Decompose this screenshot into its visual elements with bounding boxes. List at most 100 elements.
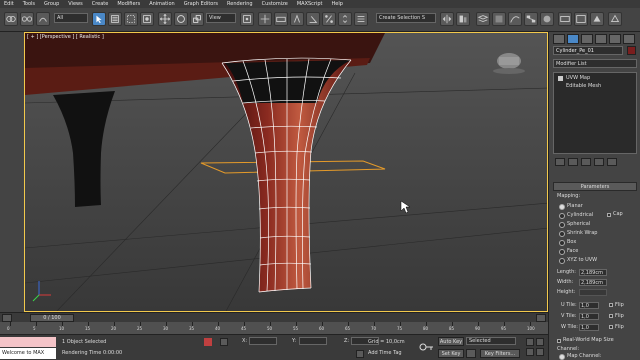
- x-coord-field[interactable]: [249, 337, 277, 345]
- mapping-spherical-radio[interactable]: Spherical: [559, 221, 590, 228]
- menu-item-help[interactable]: Help: [332, 1, 343, 7]
- curve-editor-icon[interactable]: [508, 12, 522, 26]
- object-color-swatch[interactable]: [627, 46, 636, 55]
- remove-modifier-icon[interactable]: [594, 158, 604, 166]
- angle-snap-icon[interactable]: [306, 12, 320, 26]
- spinner-snap-icon[interactable]: [338, 12, 352, 26]
- key-filter-icon[interactable]: [466, 349, 476, 358]
- menu-item-edit[interactable]: Edit: [4, 1, 14, 7]
- rotate-icon[interactable]: [174, 12, 188, 26]
- stack-item-uvw-map[interactable]: UVW Map: [556, 75, 636, 82]
- menu-item-maxscript[interactable]: MAXScript: [297, 1, 323, 7]
- scale-icon[interactable]: [190, 12, 204, 26]
- key-mode-dropdown[interactable]: Selected: [466, 337, 516, 345]
- reference-coordinate-dropdown[interactable]: View: [206, 13, 236, 23]
- display-tab-icon[interactable]: [609, 34, 621, 44]
- unlink-icon[interactable]: [20, 12, 34, 26]
- mirror-icon[interactable]: [440, 12, 454, 26]
- time-slider[interactable]: 0 / 100: [30, 314, 74, 322]
- auto-key-button[interactable]: Auto Key: [438, 337, 464, 346]
- select-manipulate-icon[interactable]: [258, 12, 272, 26]
- pin-stack-icon[interactable]: [555, 158, 565, 166]
- menu-item-animation[interactable]: Animation: [149, 1, 175, 7]
- prev-frame-icon[interactable]: [2, 314, 12, 322]
- layer-manager-icon[interactable]: [476, 12, 490, 26]
- align-icon[interactable]: [456, 12, 470, 26]
- length-field[interactable]: 2,189cm: [579, 269, 607, 276]
- perspective-viewport[interactable]: [ + ] [Perspective ] [ Realistic ]: [24, 32, 548, 312]
- create-tab-icon[interactable]: [553, 34, 565, 44]
- vtile-flip-checkbox[interactable]: [609, 314, 613, 318]
- menu-item-tools[interactable]: Tools: [23, 1, 35, 7]
- window-crossing-icon[interactable]: [140, 12, 154, 26]
- next-key-icon[interactable]: [536, 338, 544, 346]
- menu-item-rendering[interactable]: Rendering: [227, 1, 253, 7]
- schematic-view-icon[interactable]: [524, 12, 538, 26]
- menu-item-views[interactable]: Views: [68, 1, 82, 7]
- pan-icon[interactable]: [536, 348, 544, 356]
- mapping-xyz-to-uvw-radio[interactable]: XYZ to UVW: [559, 257, 597, 264]
- time-tag-icon[interactable]: [356, 350, 364, 358]
- edit-named-selection-icon[interactable]: [354, 12, 368, 26]
- named-selection-dropdown[interactable]: Create Selection S: [376, 13, 436, 23]
- height-field[interactable]: [579, 289, 607, 296]
- hierarchy-tab-icon[interactable]: [581, 34, 593, 44]
- bind-space-warp-icon[interactable]: [36, 12, 50, 26]
- material-editor-icon[interactable]: [540, 12, 554, 26]
- menu-item-create[interactable]: Create: [92, 1, 109, 7]
- graphite-ribbon-icon[interactable]: [492, 12, 506, 26]
- map-channel-radio[interactable]: Map Channel:: [559, 353, 601, 360]
- move-icon[interactable]: [158, 12, 172, 26]
- next-frame-icon[interactable]: [536, 314, 546, 322]
- wtile-field[interactable]: 1,0: [579, 324, 599, 331]
- mapping-cylindrical-radio[interactable]: Cylindrical: [559, 212, 593, 219]
- make-unique-icon[interactable]: [581, 158, 591, 166]
- real-world-map-size-checkbox[interactable]: [557, 339, 561, 343]
- link-icon[interactable]: [4, 12, 18, 26]
- modifier-list-dropdown[interactable]: Modifier List: [553, 59, 637, 68]
- region-select-icon[interactable]: [124, 12, 138, 26]
- utile-field[interactable]: 1,0: [579, 302, 599, 309]
- mapping-face-radio[interactable]: Face: [559, 248, 578, 255]
- key-filters-button[interactable]: Key Filters...: [480, 349, 520, 358]
- vtile-field[interactable]: 1,0: [579, 313, 599, 320]
- mapping-shrink-wrap-radio[interactable]: Shrink Wrap: [559, 230, 597, 237]
- zoom-icon[interactable]: [526, 348, 534, 356]
- render-production-icon[interactable]: [590, 12, 604, 26]
- bulb-icon[interactable]: [558, 76, 563, 81]
- key-icon[interactable]: [418, 338, 434, 356]
- utile-flip-checkbox[interactable]: [609, 303, 613, 307]
- rendered-frame-window-icon[interactable]: [574, 12, 588, 26]
- menu-item-customize[interactable]: Customize: [262, 1, 288, 7]
- mapping-planar-radio[interactable]: Planar: [559, 203, 583, 210]
- wtile-flip-checkbox[interactable]: [609, 325, 613, 329]
- select-by-name-icon[interactable]: [108, 12, 122, 26]
- keyboard-shortcut-override-icon[interactable]: [274, 12, 288, 26]
- mapping-box-radio[interactable]: Box: [559, 239, 576, 246]
- render-setup-icon[interactable]: [558, 12, 572, 26]
- menu-item-modifiers[interactable]: Modifiers: [117, 1, 140, 7]
- object-name-field[interactable]: Cylinder_Pe_01: [553, 46, 623, 55]
- maxscript-output[interactable]: Welcome to MAX: [0, 348, 56, 359]
- motion-tab-icon[interactable]: [595, 34, 607, 44]
- cap-checkbox[interactable]: [607, 213, 611, 217]
- parameters-rollout[interactable]: Parameters: [553, 182, 637, 191]
- menu-item-group[interactable]: Group: [44, 1, 59, 7]
- add-time-tag[interactable]: Add Time Tag: [368, 349, 402, 357]
- lock-selection-icon[interactable]: [204, 338, 212, 346]
- pivot-center-icon[interactable]: [240, 12, 254, 26]
- menu-item-graph-editors[interactable]: Graph Editors: [184, 1, 218, 7]
- render-iterative-icon[interactable]: [608, 12, 622, 26]
- selection-filter-dropdown[interactable]: All: [54, 13, 88, 23]
- select-object-icon[interactable]: [92, 12, 106, 26]
- snaps-toggle-icon[interactable]: [290, 12, 304, 26]
- absolute-mode-icon[interactable]: [220, 338, 228, 346]
- track-bar[interactable]: 0 5 10 15 20 25 30 35 40 45 50 55 60 65 70 75 80 85 90 95 10…: [0, 322, 548, 334]
- show-end-result-icon[interactable]: [568, 158, 578, 166]
- width-field[interactable]: 2,189cm: [579, 279, 607, 286]
- viewport-label[interactable]: [ + ] [Perspective ] [ Realistic ]: [27, 34, 104, 40]
- y-coord-field[interactable]: [299, 337, 327, 345]
- utilities-tab-icon[interactable]: [623, 34, 635, 44]
- modify-tab-icon[interactable]: [567, 34, 579, 44]
- configure-sets-icon[interactable]: [607, 158, 617, 166]
